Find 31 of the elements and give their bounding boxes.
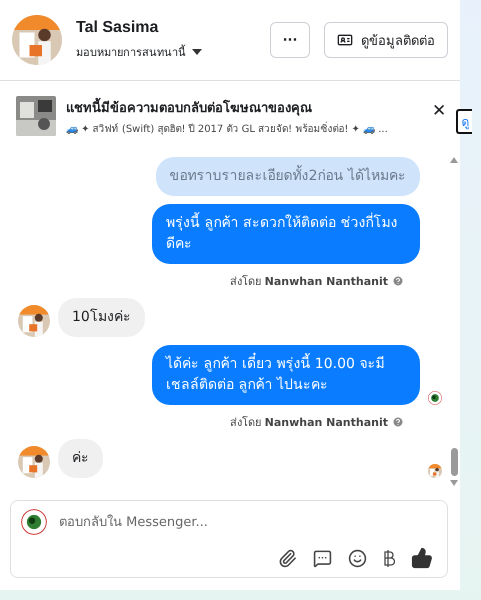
message-bubble: ขอทราบรายละเอียดทั้ง2ก่อน ได้ไหมคะ — [156, 157, 420, 196]
close-button[interactable]: ✕ — [432, 101, 446, 121]
contact-avatar — [18, 446, 50, 478]
emoji-icon[interactable] — [348, 548, 367, 568]
contact-name: Tal Sasima — [76, 19, 160, 37]
help-icon[interactable] — [392, 416, 404, 428]
more-button[interactable]: ··· — [270, 22, 310, 58]
scroll-up-icon[interactable] — [450, 157, 458, 163]
baht-icon[interactable] — [383, 548, 395, 568]
page-avatar — [21, 509, 47, 535]
caret-icon — [192, 49, 202, 55]
scrollbar-thumb[interactable] — [450, 448, 458, 476]
ad-description: 🚙 ✦ สวิฟท์ (Swift) สุดฮิต! ปี 2017 ตัว GL สวยจัด! พร้อมซิ่งต่อ! ✦ 🚙 ... — [66, 120, 389, 136]
attach-icon[interactable] — [278, 548, 297, 568]
id-card-icon — [337, 32, 353, 48]
message-bubble: 10โมงค่ะ — [58, 298, 145, 337]
scroll-down-icon[interactable] — [450, 480, 458, 486]
like-icon[interactable] — [411, 547, 433, 569]
contact-avatar — [12, 15, 62, 65]
contact-info-button[interactable]: ดูข้อมูลติดต่อ — [324, 22, 448, 58]
view-ad-link[interactable]: ดู — [456, 108, 472, 134]
message-bubble: ได้ค่ะ ลูกค้า เดี๋ยว พรุ่งนี้ 10.00 จะมีเชลล์ติดต่อ ลูกค้า ไปนะคะ — [152, 345, 420, 405]
contact-avatar — [18, 305, 50, 337]
ad-reply-title: แชทนี้มีข้อความตอบกลับต่อโฆษณาของคุณ — [66, 96, 422, 118]
message-bubble: ค่ะ — [58, 439, 103, 478]
saved-reply-icon[interactable] — [313, 548, 332, 568]
help-icon[interactable] — [392, 275, 404, 287]
assign-dropdown[interactable]: มอบหมายการสนทนานี้ — [76, 43, 256, 61]
sent-by-label: ส่งโดย Nanwhan Nanthanit — [230, 274, 388, 290]
sent-by-label: ส่งโดย Nanwhan Nanthanit — [230, 415, 388, 431]
message-bubble: พรุ่งนี้ ลูกค้า สะดวกให้ติดต่อ ช่วงกี่โมงดีคะ — [152, 204, 420, 264]
